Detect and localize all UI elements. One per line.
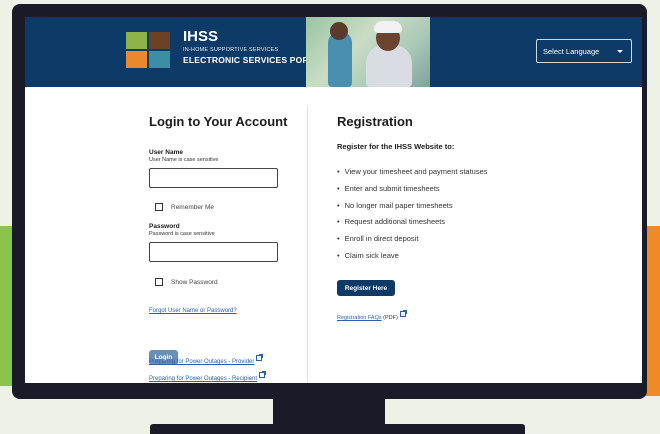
list-item: Claim sick leave	[337, 251, 488, 268]
brand-title: IHSS	[183, 28, 219, 45]
outage-provider-label[interactable]: Preparing for Power Outages - Provider	[149, 359, 254, 365]
registration-faq-link[interactable]: Registration FAQs	[337, 315, 382, 321]
external-link-icon	[256, 354, 264, 361]
password-hint: Password is case sensitive	[149, 231, 215, 237]
username-label: User Name	[149, 149, 183, 156]
outage-recipient-label[interactable]: Preparing for Power Outages - Recipient	[149, 376, 257, 382]
list-item: No longer mail paper timesheets	[337, 201, 488, 218]
password-input[interactable]	[149, 242, 278, 262]
ihss-logo-icon	[126, 32, 170, 68]
show-password-label: Show Password	[171, 278, 218, 286]
remember-me-checkbox[interactable]	[155, 203, 163, 211]
login-title: Login to Your Account	[149, 114, 288, 129]
password-label: Password	[149, 223, 180, 230]
registration-subtitle: Register for the IHSS Website to:	[337, 142, 455, 151]
screen: IHSS IN-HOME SUPPORTIVE SERVICES ELECTRO…	[25, 17, 642, 383]
brand-subtitle: IN-HOME SUPPORTIVE SERVICES	[183, 47, 279, 53]
language-select[interactable]: Select Language	[536, 39, 632, 63]
monitor-stand-base	[150, 424, 525, 434]
outage-recipient-link[interactable]: Preparing for Power Outages - Recipient	[149, 371, 267, 382]
column-divider	[307, 105, 308, 383]
show-password-checkbox[interactable]	[155, 278, 163, 286]
registration-benefits-list: View your timesheet and payment statuses…	[337, 167, 488, 268]
list-item: Enter and submit timesheets	[337, 184, 488, 201]
monitor-stand-neck	[273, 398, 385, 424]
registration-faq-suffix: (PDF)	[381, 315, 398, 321]
username-input[interactable]	[149, 168, 278, 188]
remember-me-row[interactable]: Remember Me	[155, 203, 214, 211]
show-password-row[interactable]: Show Password	[155, 278, 218, 286]
remember-me-label: Remember Me	[171, 203, 214, 211]
list-item: View your timesheet and payment statuses	[337, 167, 488, 184]
outage-provider-link[interactable]: Preparing for Power Outages - Provider	[149, 354, 264, 365]
list-item: Enroll in direct deposit	[337, 234, 488, 251]
language-select-label: Select Language	[543, 47, 600, 56]
external-link-icon	[259, 371, 267, 378]
external-link-icon	[399, 310, 407, 317]
hero-photo	[306, 17, 430, 87]
brand-portal-name: ELECTRONIC SERVICES PORTAL	[183, 55, 326, 65]
registration-title: Registration	[337, 114, 413, 129]
forgot-credentials-link[interactable]: Forgot User Name or Password?	[149, 308, 237, 314]
site-header: IHSS IN-HOME SUPPORTIVE SERVICES ELECTRO…	[25, 17, 642, 87]
registration-faq: Registration FAQs (PDF)	[337, 310, 407, 321]
register-button[interactable]: Register Here	[337, 280, 395, 296]
caret-down-icon	[617, 50, 623, 53]
list-item: Request additional timesheets	[337, 217, 488, 234]
username-hint: User Name is case sensitive	[149, 157, 219, 163]
